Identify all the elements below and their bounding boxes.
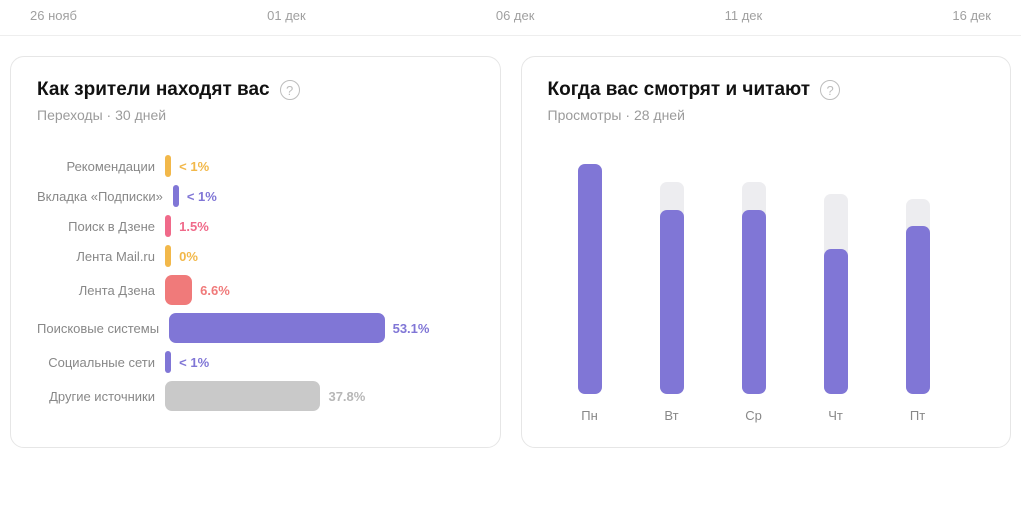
hbar-label: Поисковые системы [37,321,169,336]
card-title: Как зрители находят вас [37,79,270,101]
hbar-value: 0% [179,249,198,264]
card-subtitle: Просмотры · 28 дней [548,107,985,123]
hbar-label: Лента Дзена [37,283,165,298]
vbar-label: Вт [664,408,678,423]
timeline-tick: 16 дек [952,8,991,23]
vbar-fill [660,210,684,394]
hbar-value: < 1% [179,355,209,370]
vbar-column[interactable]: Ср [742,153,766,423]
vbar-stack [742,164,766,394]
hbar-label: Другие источники [37,389,165,404]
hbar-label: Социальные сети [37,355,165,370]
views-bar-chart: Пн Вт Ср Чт Пт [548,153,985,423]
hbar-fill [165,381,320,411]
hbar-fill [165,245,171,267]
hbar-value: 6.6% [200,283,230,298]
hbar-label: Поиск в Дзене [37,219,165,234]
hbar-value: 1.5% [179,219,209,234]
sources-bar-chart: Рекомендации < 1% Вкладка «Подписки» < 1% По… [37,155,474,411]
hbar-row[interactable]: Поиск в Дзене 1.5% [37,215,474,237]
hbar-track: 53.1% [169,313,473,343]
hbar-label: Лента Mail.ru [37,249,165,264]
hbar-row[interactable]: Поисковые системы 53.1% [37,313,474,343]
hbar-value: < 1% [179,159,209,174]
vbar-fill [906,226,930,394]
hbar-row[interactable]: Другие источники 37.8% [37,381,474,411]
hbar-fill [165,351,171,373]
vbar-column[interactable]: Пн [578,153,602,423]
hbar-fill [165,155,171,177]
card-title: Когда вас смотрят и читают [548,79,811,101]
vbar-stack [578,164,602,394]
vbar-column[interactable]: Пт [906,153,930,423]
hbar-fill [173,185,179,207]
hbar-value: 37.8% [328,389,365,404]
hbar-fill [165,275,192,305]
hbar-track: < 1% [165,155,474,177]
hbar-row[interactable]: Социальные сети < 1% [37,351,474,373]
hbar-label: Рекомендации [37,159,165,174]
timeline-tick: 11 дек [725,8,763,23]
vbar-stack [824,164,848,394]
help-icon[interactable]: ? [820,80,840,100]
vbar-column[interactable]: Вт [660,153,684,423]
timeline-tick: 06 дек [496,8,535,23]
vbar-fill [824,249,848,394]
hbar-row[interactable]: Лента Дзена 6.6% [37,275,474,305]
hbar-row[interactable]: Рекомендации < 1% [37,155,474,177]
vbar-fill [742,210,766,394]
vbar-label: Пн [581,408,598,423]
hbar-track: < 1% [165,351,474,373]
hbar-value: 53.1% [393,321,430,336]
vbar-label: Чт [828,408,843,423]
vbar-fill [578,164,602,394]
vbar-label: Ср [745,408,762,423]
card-traffic-sources[interactable]: Как зрители находят вас ? Переходы · 30 … [10,56,501,448]
hbar-track: 37.8% [165,381,474,411]
hbar-fill [169,313,385,343]
timeline-axis: 26 нояб 01 дек 06 дек 11 дек 16 дек [0,0,1021,36]
hbar-track: 6.6% [165,275,474,305]
hbar-track: 0% [165,245,474,267]
card-subtitle: Переходы · 30 дней [37,107,474,123]
hbar-track: 1.5% [165,215,474,237]
hbar-row[interactable]: Лента Mail.ru 0% [37,245,474,267]
hbar-row[interactable]: Вкладка «Подписки» < 1% [37,185,474,207]
vbar-column[interactable]: Чт [824,153,848,423]
timeline-tick: 01 дек [267,8,306,23]
hbar-label: Вкладка «Подписки» [37,189,173,204]
hbar-fill [165,215,171,237]
vbar-label: Пт [910,408,925,423]
hbar-track: < 1% [173,185,474,207]
vbar-stack [906,164,930,394]
hbar-value: < 1% [187,189,217,204]
help-icon[interactable]: ? [280,80,300,100]
vbar-stack [660,164,684,394]
card-views-by-day[interactable]: Когда вас смотрят и читают ? Просмотры ·… [521,56,1012,448]
timeline-tick: 26 нояб [30,8,77,23]
